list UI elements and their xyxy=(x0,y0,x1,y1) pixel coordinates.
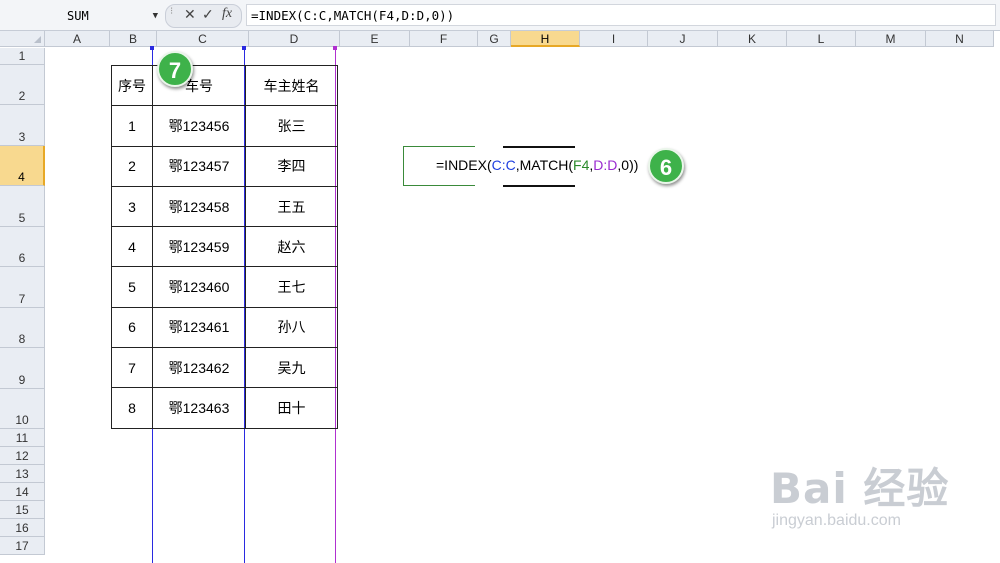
table-cell[interactable]: 张三 xyxy=(245,105,338,147)
table-cell[interactable]: 3 xyxy=(111,185,153,228)
table-cell[interactable]: 鄂123457 xyxy=(152,145,246,187)
column-header-m[interactable]: M xyxy=(856,31,926,47)
cancel-icon[interactable]: ✕ xyxy=(184,6,196,23)
table-row: 7 鄂123462 吴九 xyxy=(111,347,338,389)
column-header-h[interactable]: H xyxy=(511,31,580,47)
column-header-i[interactable]: I xyxy=(580,31,648,47)
table-row: 1 鄂123456 张三 xyxy=(111,105,338,147)
row-header-6[interactable]: 6 xyxy=(0,227,45,267)
table-cell[interactable]: 8 xyxy=(111,387,153,429)
column-header-f[interactable]: F xyxy=(410,31,478,47)
table-cell[interactable]: 4 xyxy=(111,226,153,268)
column-header-b[interactable]: B xyxy=(110,31,157,47)
row-header-9[interactable]: 9 xyxy=(0,348,45,389)
formula-ref-d: D:D xyxy=(593,157,618,173)
table-cell[interactable]: 田十 xyxy=(245,387,338,429)
column-header-g[interactable]: G xyxy=(478,31,511,47)
column-header-c[interactable]: C xyxy=(157,31,249,47)
column-header-d[interactable]: D xyxy=(249,31,340,47)
row-header-14[interactable]: 14 xyxy=(0,483,45,501)
select-all-button[interactable] xyxy=(0,31,45,47)
data-table: 序号 车号 车主姓名 1 鄂123456 张三 2 鄂123457 李四 3 鄂123458 王五 4 鄂… xyxy=(111,64,338,429)
column-header-k[interactable]: K xyxy=(718,31,787,47)
formula-ref-f4: F4 xyxy=(573,157,590,173)
step-badge-7: 7 xyxy=(157,51,193,87)
table-row: 4 鄂123459 赵六 xyxy=(111,226,338,268)
table-cell[interactable]: 鄂123459 xyxy=(152,226,246,268)
table-cell[interactable]: 吴九 xyxy=(245,347,338,389)
row-header-8[interactable]: 8 xyxy=(0,308,45,348)
separator-dots-icon: ⁝ xyxy=(170,6,174,17)
table-cell[interactable]: 孙八 xyxy=(245,306,338,349)
name-box[interactable]: SUM ▼ xyxy=(12,6,162,26)
name-box-value: SUM xyxy=(67,9,89,23)
row-header-3[interactable]: 3 xyxy=(0,105,45,146)
table-cell[interactable]: 王七 xyxy=(245,266,338,308)
watermark-logo: Bai 经验 xyxy=(770,464,950,513)
spreadsheet-window: SUM ▼ ⁝ ✕ ✓ fx =INDEX(C:C,MATCH(F4,D:D,0… xyxy=(0,0,1000,563)
row-header-13[interactable]: 13 xyxy=(0,465,45,483)
table-row: 6 鄂123461 孙八 xyxy=(111,306,338,349)
table-header-cell[interactable]: 序号 xyxy=(111,64,153,107)
chevron-down-icon[interactable]: ▼ xyxy=(153,6,158,26)
table-cell[interactable]: 赵六 xyxy=(245,226,338,268)
table-cell[interactable]: 7 xyxy=(111,347,153,389)
table-row: 3 鄂123458 王五 xyxy=(111,185,338,228)
row-header-12[interactable]: 12 xyxy=(0,447,45,465)
table-row: 8 鄂123463 田十 xyxy=(111,387,338,429)
table-cell[interactable]: 鄂123461 xyxy=(152,306,246,349)
formula-buttons: ⁝ ✕ ✓ fx xyxy=(165,4,242,28)
table-cell[interactable]: 鄂123458 xyxy=(152,185,246,228)
range-handle[interactable] xyxy=(242,46,246,50)
column-header-a[interactable]: A xyxy=(45,31,110,47)
formula-part: =INDEX( xyxy=(436,157,492,173)
table-cell[interactable]: 鄂123463 xyxy=(152,387,246,429)
cell-border-bottom xyxy=(503,185,575,187)
table-cell[interactable]: 1 xyxy=(111,105,153,147)
row-header-4[interactable]: 4 xyxy=(0,146,45,186)
cell-formula-text[interactable]: =INDEX(C:C,MATCH(F4,D:D,0)) xyxy=(436,157,638,173)
range-handle[interactable] xyxy=(333,46,337,50)
formula-bar: SUM ▼ ⁝ ✕ ✓ fx =INDEX(C:C,MATCH(F4,D:D,0… xyxy=(0,0,1000,31)
table-cell[interactable]: 鄂123462 xyxy=(152,347,246,389)
table-cell[interactable]: 2 xyxy=(111,145,153,187)
table-cell[interactable]: 鄂123456 xyxy=(152,105,246,147)
table-cell[interactable]: 5 xyxy=(111,266,153,308)
row-header-16[interactable]: 16 xyxy=(0,519,45,537)
step-badge-6: 6 xyxy=(648,148,684,184)
table-header-cell[interactable]: 车主姓名 xyxy=(245,64,338,107)
baidu-watermark: Bai 经验 jingyan.baidu.com xyxy=(770,455,949,530)
table-cell[interactable]: 李四 xyxy=(245,145,338,187)
row-header-7[interactable]: 7 xyxy=(0,267,45,308)
formula-ref-c: C:C xyxy=(491,157,516,173)
column-header-e[interactable]: E xyxy=(340,31,410,47)
formula-input[interactable]: =INDEX(C:C,MATCH(F4,D:D,0)) xyxy=(246,4,996,26)
row-header-2[interactable]: 2 xyxy=(0,65,45,105)
column-header-l[interactable]: L xyxy=(787,31,856,47)
column-header-n[interactable]: N xyxy=(926,31,994,47)
range-handle[interactable] xyxy=(150,46,154,50)
table-row: 5 鄂123460 王七 xyxy=(111,266,338,308)
table-cell[interactable]: 鄂123460 xyxy=(152,266,246,308)
row-header-1[interactable]: 1 xyxy=(0,48,45,65)
row-header-15[interactable]: 15 xyxy=(0,501,45,519)
table-cell[interactable]: 王五 xyxy=(245,185,338,228)
enter-icon[interactable]: ✓ xyxy=(202,6,214,23)
formula-part: ,0)) xyxy=(617,157,639,173)
cell-border-top xyxy=(503,146,575,148)
row-header-11[interactable]: 11 xyxy=(0,429,45,447)
row-header-17[interactable]: 17 xyxy=(0,537,45,555)
formula-part: ,MATCH( xyxy=(515,157,574,173)
insert-function-icon[interactable]: fx xyxy=(222,6,232,22)
table-cell[interactable]: 6 xyxy=(111,306,153,349)
table-header-row: 序号 车号 车主姓名 xyxy=(111,64,338,107)
column-header-j[interactable]: J xyxy=(648,31,718,47)
table-row: 2 鄂123457 李四 xyxy=(111,145,338,187)
row-header-10[interactable]: 10 xyxy=(0,389,45,429)
row-header-5[interactable]: 5 xyxy=(0,186,45,227)
